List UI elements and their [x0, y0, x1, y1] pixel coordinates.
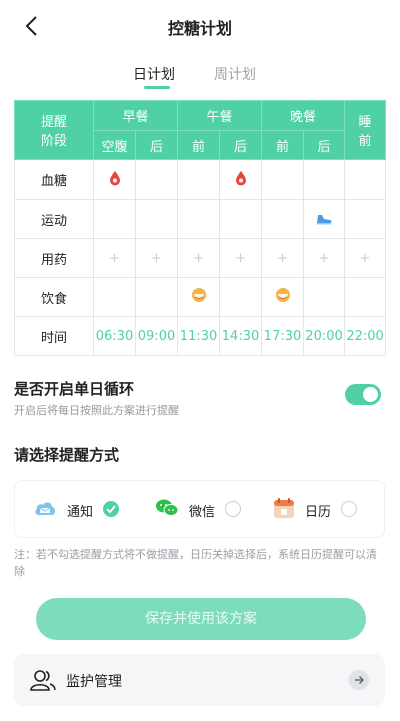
method-notification[interactable]: 通知 [33, 481, 143, 537]
time-after-breakfast[interactable]: 09:00 [134, 316, 179, 356]
daily-loop-subtitle: 开启后将每日按照此方案进行提醒 [14, 404, 179, 417]
table-corner-header: 提醒 阶段 [14, 100, 94, 160]
time-before-dinner[interactable]: 17:30 [261, 316, 305, 356]
cell-diet-fasting[interactable] [93, 277, 136, 317]
cell-exercise-before-dinner[interactable] [261, 199, 305, 239]
row-label-exercise: 运动 [14, 199, 94, 239]
cloud-message-icon [35, 502, 55, 515]
row-label-time: 时间 [14, 316, 94, 356]
wechat-radio[interactable] [225, 501, 241, 517]
time-sleep[interactable]: 22:00 [344, 316, 387, 356]
sub-header-fasting: 空腹 [93, 130, 136, 160]
add-medicine-before-lunch[interactable]: + [177, 238, 221, 278]
time-before-lunch[interactable]: 11:30 [177, 316, 221, 356]
table-row: 运动 [14, 199, 387, 239]
row-label-medicine: 用药 [14, 238, 94, 278]
cell-diet-after-lunch[interactable] [219, 277, 263, 317]
tab-day-plan[interactable]: 日计划 [133, 64, 175, 84]
time-after-lunch[interactable]: 14:30 [219, 316, 263, 356]
cell-blood-sugar-after-lunch[interactable] [219, 159, 263, 200]
sleep-label-line2: 前 [358, 134, 372, 149]
table-row: 时间 06:30 09:00 11:30 14:30 17:30 20:00 2… [14, 316, 387, 356]
cell-diet-after-dinner[interactable] [303, 277, 346, 317]
cell-diet-sleep[interactable] [344, 277, 387, 317]
blood-drop-icon [109, 170, 120, 185]
corner-label-line1: 提醒 [40, 115, 67, 130]
cell-blood-sugar-sleep[interactable] [344, 159, 387, 200]
cell-blood-sugar-after-dinner[interactable] [303, 159, 346, 200]
cell-diet-before-lunch[interactable] [177, 277, 221, 317]
table-row: 用药 + + + + + + + [14, 238, 387, 278]
check-icon [106, 505, 116, 514]
row-label-blood-sugar: 血糖 [14, 159, 94, 200]
cell-diet-after-breakfast[interactable] [134, 277, 179, 317]
toggle-knob [363, 387, 378, 402]
time-fasting[interactable]: 06:30 [93, 316, 136, 356]
cell-exercise-before-lunch[interactable] [177, 199, 221, 239]
cell-exercise-after-lunch[interactable] [219, 199, 263, 239]
meal-header-breakfast: 早餐 [92, 100, 179, 131]
calendar-icon [274, 498, 294, 518]
sub-header-before-dinner: 前 [261, 130, 305, 160]
users-icon [30, 670, 56, 691]
plan-tabs: 日计划 周计划 [0, 60, 400, 90]
calendar-radio[interactable] [341, 501, 357, 517]
time-after-dinner[interactable]: 20:00 [303, 316, 346, 356]
method-calendar[interactable]: 日历 [273, 481, 383, 537]
method-calendar-label: 日历 [305, 505, 332, 520]
add-medicine-after-breakfast[interactable]: + [134, 238, 179, 278]
add-medicine-after-lunch[interactable]: + [219, 238, 263, 278]
meal-header-sleep: 睡 前 [344, 100, 387, 160]
tab-week-plan[interactable]: 周计划 [214, 64, 256, 84]
cell-diet-before-dinner[interactable] [261, 277, 305, 317]
reminder-methods: 通知 微信 日历 [14, 480, 385, 538]
cell-blood-sugar-before-dinner[interactable] [261, 159, 305, 200]
add-medicine-before-dinner[interactable]: + [261, 238, 305, 278]
nav-bar: 控糖计划 [0, 0, 400, 52]
cell-blood-sugar-fasting[interactable] [93, 159, 136, 200]
method-notification-label: 通知 [67, 505, 94, 520]
cell-exercise-sleep[interactable] [344, 199, 387, 239]
reminder-method-title: 请选择提醒方式 [14, 446, 120, 464]
active-tab-indicator [144, 86, 170, 89]
cell-exercise-after-breakfast[interactable] [134, 199, 179, 239]
table-row: 饮食 [14, 277, 387, 317]
daily-loop-title: 是否开启单日循环 [14, 380, 135, 398]
row-label-diet: 饮食 [14, 277, 94, 317]
cell-blood-sugar-before-lunch[interactable] [177, 159, 221, 200]
blood-drop-icon [235, 170, 246, 185]
method-wechat-label: 微信 [189, 505, 216, 520]
monitor-management-entry[interactable]: 监护管理 [14, 654, 385, 706]
plan-table: 提醒 阶段 早餐 午餐 晚餐 睡 前 空腹 后 前 后 前 后 血糖 运动 用药… [14, 100, 387, 356]
corner-label-line2: 阶段 [40, 134, 67, 149]
cell-exercise-fasting[interactable] [93, 199, 136, 239]
page-title: 控糖计划 [167, 19, 232, 38]
notification-checked-radio[interactable] [103, 501, 119, 517]
save-and-use-button[interactable]: 保存并使用该方案 [36, 598, 366, 640]
table-row: 血糖 [14, 159, 387, 200]
add-medicine-sleep[interactable]: + [344, 238, 387, 278]
daily-loop-toggle[interactable] [345, 384, 381, 405]
sneaker-icon [317, 214, 332, 224]
arrow-button[interactable] [349, 670, 369, 690]
method-wechat[interactable]: 微信 [155, 481, 265, 537]
sub-header-before-lunch: 前 [177, 130, 221, 160]
daily-loop-section: 是否开启单日循环 开启后将每日按照此方案进行提醒 [14, 378, 385, 418]
cell-exercise-after-dinner[interactable] [303, 199, 346, 239]
add-medicine-fasting[interactable]: + [93, 238, 136, 278]
meal-header-lunch: 午餐 [177, 100, 263, 131]
food-bowl-icon [275, 288, 290, 302]
sub-header-after-dinner: 后 [303, 130, 346, 160]
food-bowl-icon [191, 288, 206, 302]
sleep-label-line1: 睡 [358, 115, 372, 130]
add-medicine-after-dinner[interactable]: + [303, 238, 346, 278]
sub-header-after-lunch: 后 [219, 130, 263, 160]
wechat-icon [156, 499, 179, 516]
meal-header-dinner: 晚餐 [261, 100, 346, 131]
arrow-right-icon [355, 675, 365, 685]
monitor-management-label: 监护管理 [66, 674, 122, 690]
cell-blood-sugar-after-breakfast[interactable] [134, 159, 179, 200]
sub-header-after-breakfast: 后 [134, 130, 179, 160]
reminder-note: 注：若不勾选提醒方式将不做提醒，日历关掉选择后，系统日历提醒可以清除 [14, 548, 377, 578]
